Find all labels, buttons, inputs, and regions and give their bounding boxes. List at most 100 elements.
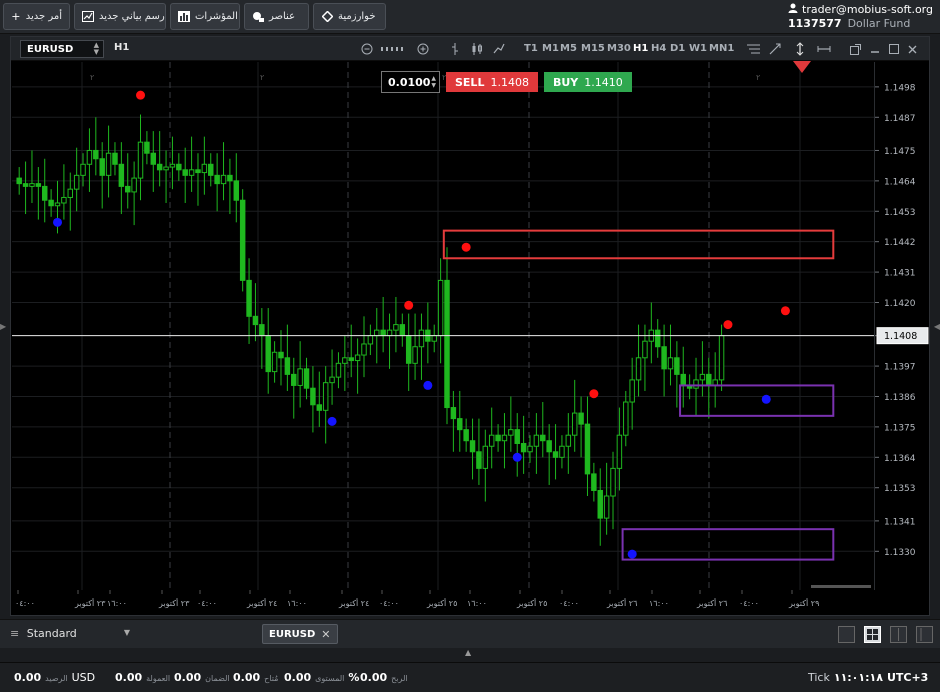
level-value: 0.00 — [284, 671, 312, 684]
minimize-window-icon[interactable] — [867, 41, 883, 57]
time-tick-label: ٢٥ أكتوبر — [516, 598, 547, 608]
status-bar: 0.00 الرصيد USD 0.00 العمولة 0.00 الضمان… — [0, 662, 940, 692]
candle-body — [354, 354, 361, 362]
candle-body — [386, 329, 393, 337]
left-panel-arrow-icon[interactable]: ▶ — [0, 322, 6, 331]
close-tab-icon[interactable]: ✕ — [321, 628, 330, 641]
time-tick-label: ٢٦ أكتوبر — [696, 598, 727, 608]
close-window-icon[interactable] — [904, 41, 920, 57]
red-zone-box[interactable] — [442, 229, 835, 260]
timeframe-m30[interactable]: M30 — [607, 43, 631, 54]
sell-label: SELL — [455, 75, 485, 89]
timeframe-w1[interactable]: W1 — [689, 43, 707, 54]
candle-body — [118, 163, 125, 187]
template-selector[interactable]: ≡ Standard ▼ — [10, 627, 130, 640]
time-tick-label: ٠٤:٠٠ — [15, 599, 35, 608]
candle-body — [584, 423, 591, 475]
layout-single-button[interactable] — [838, 626, 855, 643]
horizontal-scroll-handle[interactable] — [811, 585, 871, 588]
indicators-button[interactable]: المؤشرات — [170, 3, 240, 30]
price-tick-label: 1.1442 — [884, 238, 916, 248]
buy-signal-dot — [761, 394, 771, 404]
price-chart[interactable]: ٢٢٢٢٢ — [12, 62, 874, 590]
sell-button[interactable]: SELL 1.1408 — [446, 72, 538, 92]
level-label: المستوى — [315, 674, 345, 683]
buy-signal-dot — [423, 380, 433, 390]
candle-body — [578, 412, 584, 425]
candle-body — [239, 199, 246, 281]
zoom-slider-icon[interactable] — [379, 41, 409, 57]
symbol-selector[interactable]: EURUSD ▲ ▼ — [20, 40, 104, 58]
buy-signal-dot — [627, 549, 637, 559]
vertical-resize-icon[interactable] — [792, 41, 808, 57]
new-chart-button[interactable]: رسم بياني جديد — [74, 3, 166, 30]
candle-body — [476, 451, 482, 469]
lot-size-input[interactable]: 0.0100 ▲ ▼ — [381, 71, 440, 93]
candle-body — [393, 324, 399, 331]
buy-signal-dot — [327, 416, 337, 426]
timeframe-m1[interactable]: M1 — [542, 43, 559, 54]
chart-tab-eurusd[interactable]: EURUSD ✕ — [262, 624, 338, 644]
timeframe-m5[interactable]: M5 — [560, 43, 577, 54]
candlestick-type-icon[interactable] — [469, 41, 485, 57]
time-tick-label: ٠٤:٠٠ — [739, 599, 759, 608]
timeframe-mn1[interactable]: MN1 — [709, 43, 734, 54]
timezone-label[interactable]: UTC+3 — [887, 671, 928, 684]
layout-columns-button[interactable] — [890, 626, 907, 643]
chart-toolbar: EURUSD ▲ ▼ H1 T1 M1 M5 M15 M30 H1 H4 D1 … — [11, 37, 929, 61]
price-tick-label: 1.1420 — [884, 299, 916, 309]
timeframe-h1[interactable]: H1 — [633, 43, 648, 54]
candle-body — [405, 335, 412, 364]
time-axis[interactable]: ٠٤:٠٠ ٢٣ أكتوبر ١٦:٠٠ ٢٣ أكتوبر ٠٤:٠٠ ٢٤ أكتو… — [12, 590, 874, 615]
candle-body — [35, 183, 42, 187]
purple-zone-box[interactable] — [679, 384, 835, 417]
detach-window-icon[interactable] — [847, 41, 863, 57]
plus-icon: + — [11, 10, 21, 23]
chart-tab-label: EURUSD — [269, 628, 316, 640]
candle-body — [227, 174, 233, 182]
zoom-in-icon[interactable] — [415, 41, 431, 57]
line-chart-type-icon[interactable] — [491, 41, 507, 57]
algorithm-button[interactable]: خوارزمية — [313, 3, 386, 30]
timeframe-h4[interactable]: H4 — [651, 43, 666, 54]
price-axis[interactable]: 1.1498 1.1487 1.1475 1.1464 1.1453 1.1442 1.14… — [874, 62, 929, 590]
level-status: 0.00 المستوى % — [284, 671, 359, 684]
candle-body — [635, 357, 642, 381]
new-order-button[interactable]: + أمر جديد — [3, 3, 70, 30]
elements-button[interactable]: عناصر — [244, 3, 309, 30]
spinner-arrows-icon: ▲ ▼ — [93, 41, 99, 56]
horizontal-resize-icon[interactable] — [816, 41, 832, 57]
candle-body — [259, 324, 265, 337]
collapse-panel-icon[interactable]: ▲ — [465, 648, 471, 657]
bar-chart-type-icon[interactable] — [447, 41, 463, 57]
price-marker-triangle-icon[interactable] — [793, 61, 811, 76]
right-panel-arrow-icon[interactable]: ◀ — [934, 322, 940, 331]
purple-zone-box[interactable] — [621, 528, 835, 561]
timeframe-t1[interactable]: T1 — [524, 43, 538, 54]
zoom-out-icon[interactable] — [359, 41, 375, 57]
balance-value: 0.00 — [14, 671, 42, 684]
time-tick-label: ١٦:٠٠ — [467, 599, 487, 608]
candle-body — [246, 279, 252, 317]
buy-button[interactable]: BUY 1.1410 — [543, 72, 632, 92]
sell-signal-dot — [136, 90, 146, 100]
layout-rows-button[interactable] — [916, 626, 933, 643]
candle-body — [163, 166, 169, 171]
layout-grid-button[interactable] — [864, 626, 881, 643]
trendline-tool-icon[interactable] — [767, 41, 783, 57]
chart-tab-bar: ≡ Standard ▼ EURUSD ✕ — [0, 619, 940, 648]
timeframe-d1[interactable]: D1 — [670, 43, 685, 54]
maximize-window-icon[interactable] — [886, 41, 902, 57]
indicator-list-icon[interactable] — [745, 41, 761, 57]
currency-label: USD — [71, 671, 96, 684]
candle-body — [54, 202, 61, 207]
timeframe-m15[interactable]: M15 — [581, 43, 605, 54]
clock-status: Tick ١١:٠١:١٨ UTC+3 — [808, 671, 928, 684]
candle-body — [105, 152, 112, 176]
candle-body — [482, 445, 489, 469]
time-tick-label: ٠٤:٠٠ — [559, 599, 579, 608]
candle-body — [718, 335, 725, 381]
account-info[interactable]: trader@mobius-soft.org 1137577 Dollar Fu… — [788, 2, 934, 32]
bars-icon — [178, 11, 190, 23]
candle-body — [552, 451, 559, 458]
